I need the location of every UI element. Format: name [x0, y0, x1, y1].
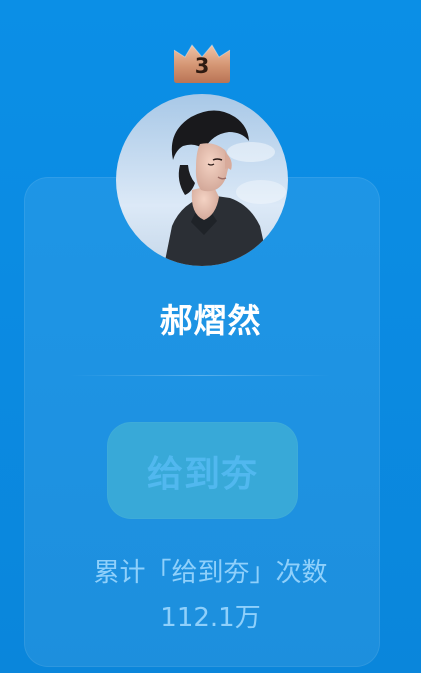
name-divider	[70, 375, 331, 376]
profile-rank-card-screen: 3 郝熠然 给到夯 累计「给到夯」次数 112.1万	[0, 0, 421, 673]
avatar-photo-icon	[116, 94, 288, 266]
rank-badge-number: 3	[194, 54, 210, 78]
avatar	[116, 94, 288, 266]
cheer-count-label: 累计「给到夯」次数	[93, 558, 328, 588]
cheer-button[interactable]: 给到夯	[107, 422, 298, 519]
cheer-count-value: 112.1万	[160, 603, 261, 633]
user-name: 郝熠然	[159, 301, 262, 340]
